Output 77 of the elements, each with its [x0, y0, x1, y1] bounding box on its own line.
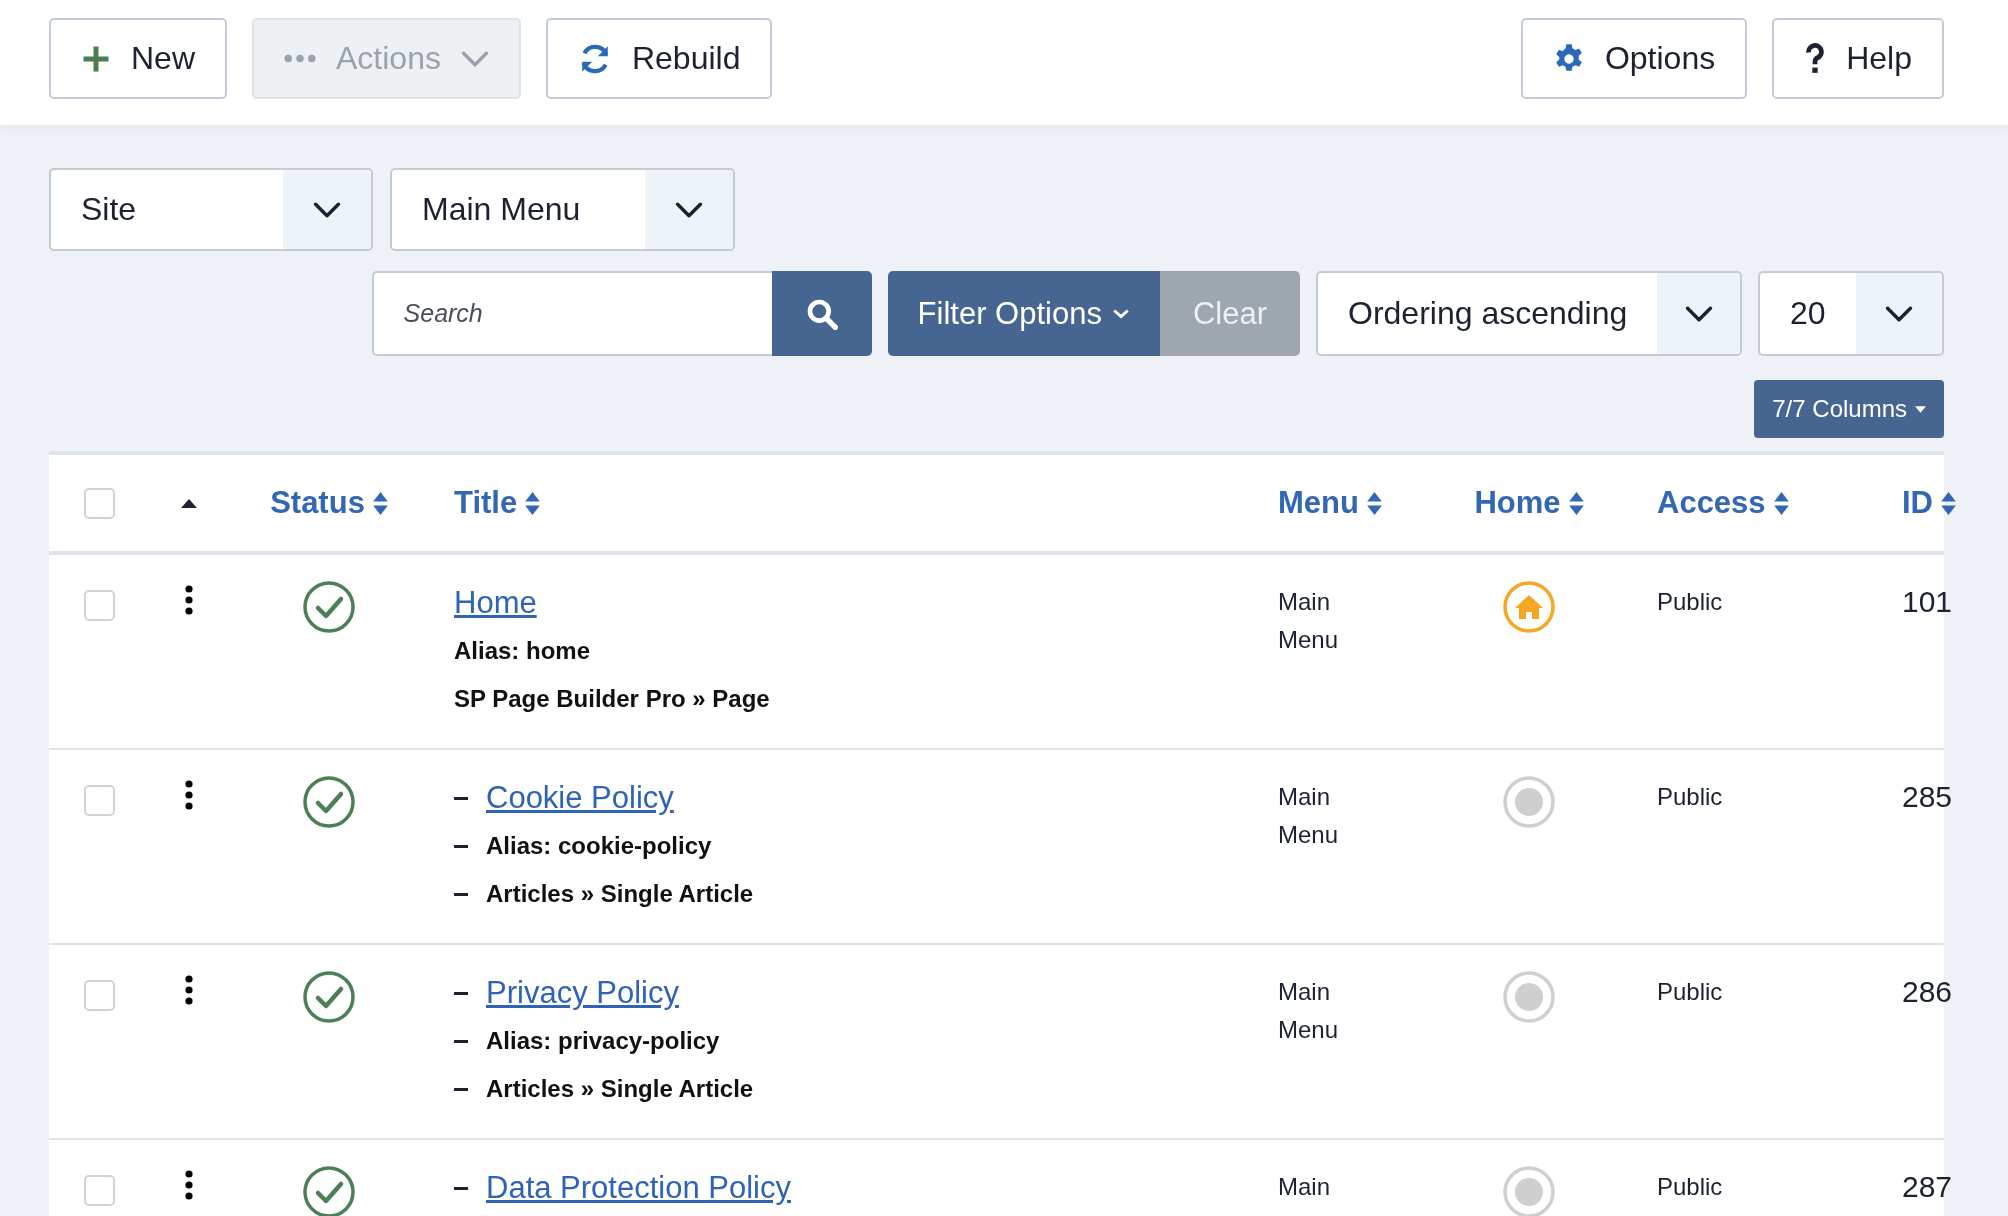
item-title-link[interactable]: Cookie Policy: [486, 780, 674, 816]
kebab-menu-icon[interactable]: [185, 975, 193, 1005]
item-type-text: Articles » Single Article: [486, 880, 754, 908]
access-level: Public: [1657, 783, 1723, 810]
kebab-menu-icon[interactable]: [185, 585, 193, 615]
sort-icon: [1941, 491, 1956, 515]
kebab-menu-icon[interactable]: [185, 1170, 193, 1200]
filter-options-button[interactable]: Filter Options: [887, 271, 1160, 356]
row-checkbox[interactable]: [83, 980, 115, 1011]
published-check-icon[interactable]: [303, 776, 355, 828]
sort-icon: [1568, 491, 1584, 515]
level-dash: [454, 1186, 468, 1190]
access-level: Public: [1657, 1173, 1723, 1200]
menu-name: Main: [1278, 1172, 1332, 1202]
level-dash: [454, 892, 468, 896]
caret-icon: [1915, 405, 1926, 413]
search-field[interactable]: Search: [371, 271, 772, 356]
select-all-checkbox[interactable]: [83, 487, 115, 519]
alias-text: Alias: cookie-policy: [486, 832, 712, 860]
sort-icon: [1773, 491, 1789, 515]
caret-icon: [1111, 308, 1130, 319]
item-title-link[interactable]: Privacy Policy: [486, 975, 679, 1011]
menu-name: Main Menu: [1278, 587, 1340, 655]
kebab-menu-icon[interactable]: [185, 780, 193, 810]
limit-select[interactable]: 20: [1758, 271, 1944, 356]
row-checkbox[interactable]: [83, 590, 115, 621]
chevron-down-icon: [313, 201, 341, 218]
search-button[interactable]: [771, 271, 872, 356]
column-header[interactable]: Access: [1657, 485, 1789, 521]
alias-text: Alias: privacy-policy: [486, 1027, 720, 1055]
level-dash: [454, 1039, 468, 1043]
new-button[interactable]: New: [49, 18, 227, 99]
item-title-link[interactable]: Home: [454, 585, 537, 621]
rebuild-button[interactable]: Rebuild: [545, 18, 773, 99]
item-id: 287: [1902, 1170, 1953, 1203]
column-header[interactable]: Title: [454, 485, 541, 521]
options-button[interactable]: Options: [1520, 18, 1748, 99]
column-header[interactable]: Home: [1474, 485, 1584, 521]
help-button[interactable]: Help: [1772, 18, 1944, 99]
menu-name: Main Menu: [1278, 782, 1340, 850]
search-icon: [805, 297, 838, 330]
alias-text: Alias: home: [454, 637, 591, 665]
chevron-down-icon: [1684, 305, 1713, 322]
level-dash: [454, 796, 468, 800]
level-dash: [454, 844, 468, 848]
columns-button[interactable]: 7/7 Columns: [1754, 380, 1944, 438]
item-type-text: Articles » Single Article: [486, 1075, 754, 1103]
access-level: Public: [1657, 588, 1723, 615]
item-title-link[interactable]: Data Protection Policy: [486, 1170, 791, 1206]
column-header[interactable]: ID: [1902, 485, 1956, 521]
sort-icon: [525, 491, 541, 515]
sort-ascending-icon[interactable]: [181, 498, 197, 508]
published-check-icon[interactable]: [303, 581, 355, 633]
menu-select[interactable]: Main Menu: [390, 168, 735, 251]
chevron-down-icon: [675, 201, 703, 218]
sort-icon: [372, 491, 388, 515]
menu-name: Main Menu: [1278, 977, 1340, 1045]
ellipsis-icon: [284, 54, 316, 63]
row-checkbox[interactable]: [83, 1175, 115, 1206]
ordering-select[interactable]: Ordering ascending: [1316, 271, 1742, 356]
level-dash: [454, 991, 468, 995]
chevron-down-icon: [1884, 305, 1913, 322]
published-check-icon[interactable]: [303, 971, 355, 1023]
row-checkbox[interactable]: [83, 785, 115, 816]
item-id: 101: [1902, 585, 1953, 618]
published-check-icon[interactable]: [303, 1166, 355, 1216]
column-header[interactable]: Status: [270, 485, 388, 521]
sort-icon: [1366, 491, 1382, 515]
client-select[interactable]: Site: [49, 168, 373, 251]
help-icon: [1804, 42, 1827, 75]
level-dash: [454, 1087, 468, 1091]
item-type-text: SP Page Builder Pro » Page: [454, 685, 770, 713]
column-header[interactable]: Menu: [1278, 485, 1382, 521]
access-level: Public: [1657, 978, 1723, 1005]
caret-icon: [460, 50, 489, 67]
item-id: 285: [1902, 780, 1953, 813]
item-id: 286: [1902, 975, 1953, 1008]
